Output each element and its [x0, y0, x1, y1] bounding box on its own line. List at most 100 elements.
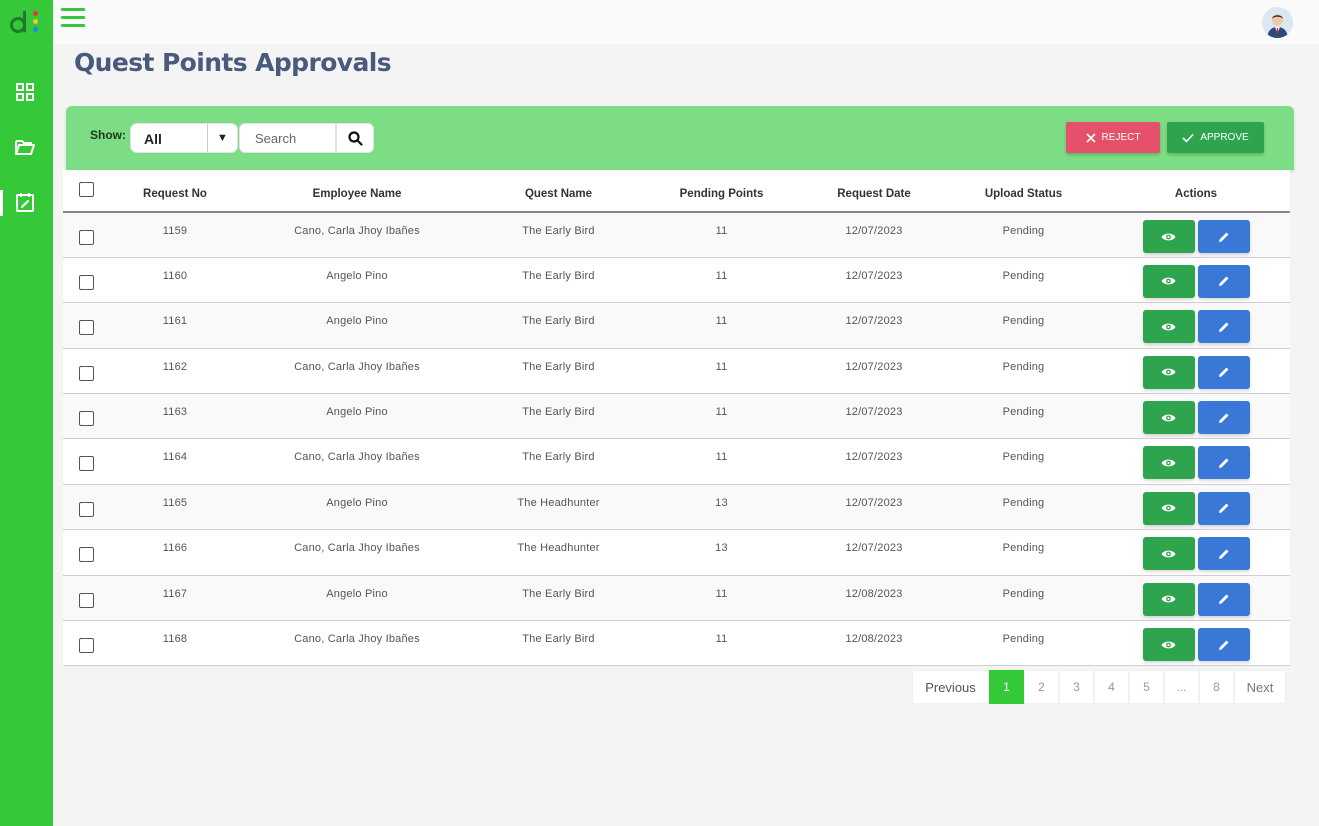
cell-request-no: 1162 [162, 360, 188, 373]
edit-button[interactable] [1197, 446, 1250, 480]
app-logo-icon[interactable] [8, 10, 40, 34]
edit-button[interactable] [1197, 220, 1250, 253]
table-row[interactable]: 1167 Angelo Pino The Early Bird 11 12/08/202… [63, 575, 1290, 621]
pagination-previous-button[interactable]: Previous [912, 670, 989, 704]
table-row[interactable]: 1159 Cano, Carla Jhoy Ibañes The Early Bir… [63, 212, 1290, 258]
pagination-next-button[interactable]: Next [1234, 670, 1286, 704]
cell-actions [1102, 530, 1290, 575]
cell-upload-status: Pending [1002, 633, 1045, 646]
cell-request-no: 1168 [162, 633, 188, 646]
row-checkbox[interactable] [63, 621, 113, 666]
view-button[interactable] [1142, 537, 1195, 571]
pagination-page-button[interactable]: 3 [1059, 670, 1094, 704]
table-row[interactable]: 1161 Angelo Pino The Early Bird 11 12/07/202… [63, 302, 1290, 349]
cell-employee-name: Cano, Carla Jhoy Ibañes [294, 360, 420, 373]
column-header-pending-points[interactable]: Pending Points [640, 170, 803, 212]
cell-request-no: 1160 [162, 269, 188, 282]
row-checkbox[interactable] [63, 530, 113, 575]
search-icon[interactable] [336, 123, 374, 153]
cell-employee-name: Cano, Carla Jhoy Ibañes [294, 451, 420, 464]
edit-button[interactable] [1197, 264, 1250, 298]
table-row[interactable]: 1160 Angelo Pino The Early Bird 11 12/07/202… [63, 257, 1290, 303]
view-button[interactable] [1142, 355, 1195, 389]
row-checkbox[interactable] [63, 212, 113, 257]
edit-button[interactable] [1197, 628, 1250, 662]
cell-employee-name: Angelo Pino [326, 587, 388, 600]
user-avatar-icon[interactable] [1262, 7, 1293, 38]
edit-button[interactable] [1197, 401, 1250, 435]
pagination-page-button[interactable]: 1 [989, 670, 1024, 704]
view-button[interactable] [1142, 264, 1195, 298]
edit-button[interactable] [1197, 310, 1250, 344]
column-header-request-no[interactable]: Request No [113, 170, 237, 212]
row-checkbox[interactable] [63, 394, 113, 439]
table-row[interactable]: 1162 Cano, Carla Jhoy Ibañes The Early Bir… [63, 348, 1290, 394]
column-header-quest-name[interactable]: Quest Name [477, 170, 640, 212]
row-checkbox[interactable] [63, 257, 113, 302]
cell-pending-points: 11 [715, 406, 728, 419]
eye-icon [1161, 414, 1176, 421]
pagination-page-button[interactable]: 2 [1024, 670, 1059, 704]
cell-pending-points: 11 [715, 451, 728, 464]
row-checkbox[interactable] [63, 303, 113, 348]
hamburger-menu-icon[interactable] [61, 8, 85, 28]
cell-quest-name: The Early Bird [522, 315, 595, 328]
row-checkbox[interactable] [63, 484, 113, 529]
cell-actions [1102, 575, 1290, 620]
view-button[interactable] [1142, 491, 1195, 525]
cell-upload-status: Pending [1002, 225, 1045, 237]
cell-quest-name: The Early Bird [522, 225, 595, 237]
pagination-page-button[interactable]: 8 [1199, 670, 1234, 704]
cell-upload-status: Pending [1002, 269, 1045, 282]
table-row[interactable]: 1165 Angelo Pino The Headhunter 13 12/07/202… [63, 484, 1290, 530]
calendar-edit-icon[interactable] [13, 190, 37, 214]
view-button[interactable] [1142, 628, 1195, 662]
pagination-ellipsis: ... [1164, 670, 1199, 704]
check-icon [1182, 133, 1194, 143]
view-button[interactable] [1142, 446, 1195, 480]
cell-request-date: 12/07/2023 [845, 451, 903, 464]
row-checkbox[interactable] [63, 575, 113, 620]
chevron-down-icon[interactable]: ▼ [207, 124, 237, 152]
table-body: 1159 Cano, Carla Jhoy Ibañes The Early Bir… [63, 212, 1290, 666]
table-row[interactable]: 1164 Cano, Carla Jhoy Ibañes The Early Bir… [63, 438, 1290, 485]
edit-button[interactable] [1197, 582, 1250, 616]
row-checkbox[interactable] [63, 348, 113, 393]
cell-pending-points: 11 [715, 225, 728, 237]
eye-icon [1161, 368, 1176, 376]
table-row[interactable]: 1166 Cano, Carla Jhoy Ibañes The Headhunte… [63, 529, 1290, 576]
reject-button[interactable]: REJECT [1066, 122, 1160, 153]
column-header-request-date[interactable]: Request Date [803, 170, 945, 212]
cell-request-no: 1163 [162, 406, 188, 419]
sidebar [0, 0, 53, 826]
cell-request-no: 1167 [162, 587, 188, 600]
view-button[interactable] [1142, 582, 1195, 616]
approve-button[interactable]: APPROVE [1167, 122, 1264, 153]
dashboard-grid-icon[interactable] [13, 80, 37, 104]
pencil-icon [1218, 640, 1228, 650]
cell-quest-name: The Early Bird [522, 633, 595, 646]
view-button[interactable] [1142, 401, 1195, 435]
row-checkbox[interactable] [63, 439, 113, 484]
edit-button[interactable] [1197, 355, 1250, 389]
column-header-employee-name[interactable]: Employee Name [237, 170, 477, 212]
cell-request-date: 12/07/2023 [845, 315, 903, 328]
table-row[interactable]: 1168 Cano, Carla Jhoy Ibañes The Early Bir… [63, 620, 1290, 666]
cell-pending-points: 11 [715, 587, 728, 600]
table-row[interactable]: 1163 Angelo Pino The Early Bird 11 12/07/202… [63, 393, 1290, 439]
folder-open-icon[interactable] [13, 135, 37, 159]
pencil-icon [1218, 322, 1228, 332]
cell-actions [1102, 439, 1290, 484]
view-button[interactable] [1142, 220, 1195, 253]
edit-button[interactable] [1197, 491, 1250, 525]
pagination-page-button[interactable]: 4 [1094, 670, 1129, 704]
pagination-page-button[interactable]: 5 [1129, 670, 1164, 704]
view-button[interactable] [1142, 310, 1195, 344]
show-select[interactable]: All ▼ [130, 123, 238, 153]
column-header-upload-status[interactable]: Upload Status [945, 170, 1102, 212]
edit-button[interactable] [1197, 537, 1250, 571]
pencil-icon [1218, 232, 1228, 242]
select-all-checkbox[interactable] [63, 170, 113, 212]
search-input[interactable] [239, 123, 336, 153]
cell-pending-points: 11 [715, 269, 728, 282]
